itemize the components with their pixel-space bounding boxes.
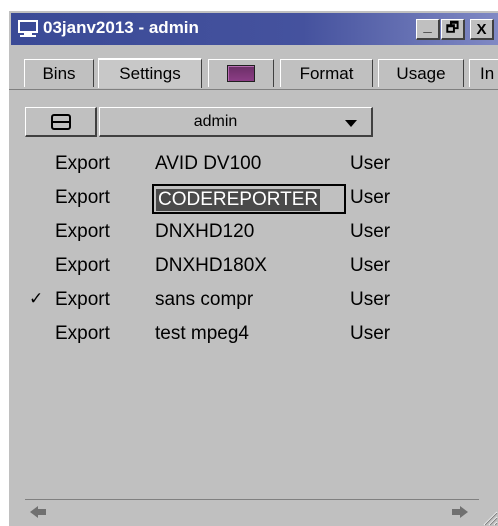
settings-window: 03janv2013 - admin _ 🗗 X Bins Settings F…: [8, 10, 498, 526]
setting-type: Export: [55, 221, 110, 242]
settings-toolbar: admin: [25, 107, 373, 137]
resize-grip-icon[interactable]: [480, 508, 498, 526]
scroll-right-button[interactable]: [449, 501, 471, 523]
list-item[interactable]: Export AVID DV100 User: [9, 149, 498, 183]
setting-owner: User: [350, 323, 391, 344]
fast-menu-button[interactable]: [25, 107, 97, 137]
setting-owner: User: [350, 221, 391, 242]
setting-type: Export: [55, 289, 110, 310]
user-dropdown-value: admin: [193, 113, 238, 130]
setting-owner: User: [350, 289, 391, 310]
tab-settings[interactable]: Settings: [98, 58, 202, 88]
setting-owner: User: [350, 187, 391, 208]
color-swatch-icon: [227, 65, 255, 82]
horizontal-scrollbar[interactable]: [25, 499, 479, 524]
tab-settings-label: Settings: [119, 64, 181, 83]
user-dropdown[interactable]: admin: [99, 107, 373, 137]
restore-icon: 🗗: [445, 19, 460, 35]
setting-type: Export: [55, 255, 110, 276]
restore-button[interactable]: 🗗: [441, 19, 465, 40]
window-title: 03janv2013 - admin: [43, 18, 199, 37]
setting-owner: User: [350, 255, 391, 276]
tab-format-label: Format: [299, 63, 354, 83]
setting-name: CODEREPORTER: [156, 189, 321, 211]
setting-type: Export: [55, 187, 110, 208]
setting-name-edit-field[interactable]: CODEREPORTER: [152, 184, 346, 214]
setting-name: DNXHD120: [155, 221, 255, 242]
tab-usage[interactable]: Usage: [378, 59, 464, 87]
list-item[interactable]: Export test mpeg4 User: [9, 319, 498, 353]
minimize-button[interactable]: _: [416, 17, 440, 40]
arrow-right-icon: [452, 506, 468, 518]
setting-type: Export: [55, 323, 110, 344]
tab-info-label: In: [480, 63, 495, 83]
title-bar[interactable]: 03janv2013 - admin _ 🗗 X: [11, 13, 498, 45]
list-item[interactable]: Export DNXHD120 User: [9, 217, 498, 251]
tab-info[interactable]: In: [469, 59, 498, 87]
chevron-down-icon: [345, 120, 357, 127]
scroll-left-button[interactable]: [27, 501, 49, 523]
setting-name: AVID DV100: [155, 153, 262, 174]
monitor-icon: [18, 20, 38, 37]
checkmark-icon[interactable]: ✓: [29, 289, 43, 309]
setting-type: Export: [55, 153, 110, 174]
list-item[interactable]: Export DNXHD180X User: [9, 251, 498, 285]
setting-name: sans compr: [155, 289, 254, 310]
tab-bar: Bins Settings Format Usage In: [9, 57, 498, 90]
list-item[interactable]: Export CODEREPORTER User: [9, 183, 498, 217]
arrow-left-icon: [30, 506, 46, 518]
tab-format[interactable]: Format: [280, 59, 373, 87]
tab-bins[interactable]: Bins: [24, 59, 94, 87]
close-icon: X: [476, 20, 487, 38]
tab-bins-label: Bins: [42, 63, 76, 83]
close-button[interactable]: X: [470, 19, 494, 40]
tab-color[interactable]: [208, 59, 274, 87]
minimize-icon: _: [423, 17, 432, 35]
tab-usage-label: Usage: [396, 63, 446, 83]
setting-owner: User: [350, 153, 391, 174]
setting-name: test mpeg4: [155, 323, 249, 344]
fast-menu-icon: [50, 113, 71, 130]
setting-name: DNXHD180X: [155, 255, 267, 276]
list-item[interactable]: ✓ Export sans compr User: [9, 285, 498, 319]
